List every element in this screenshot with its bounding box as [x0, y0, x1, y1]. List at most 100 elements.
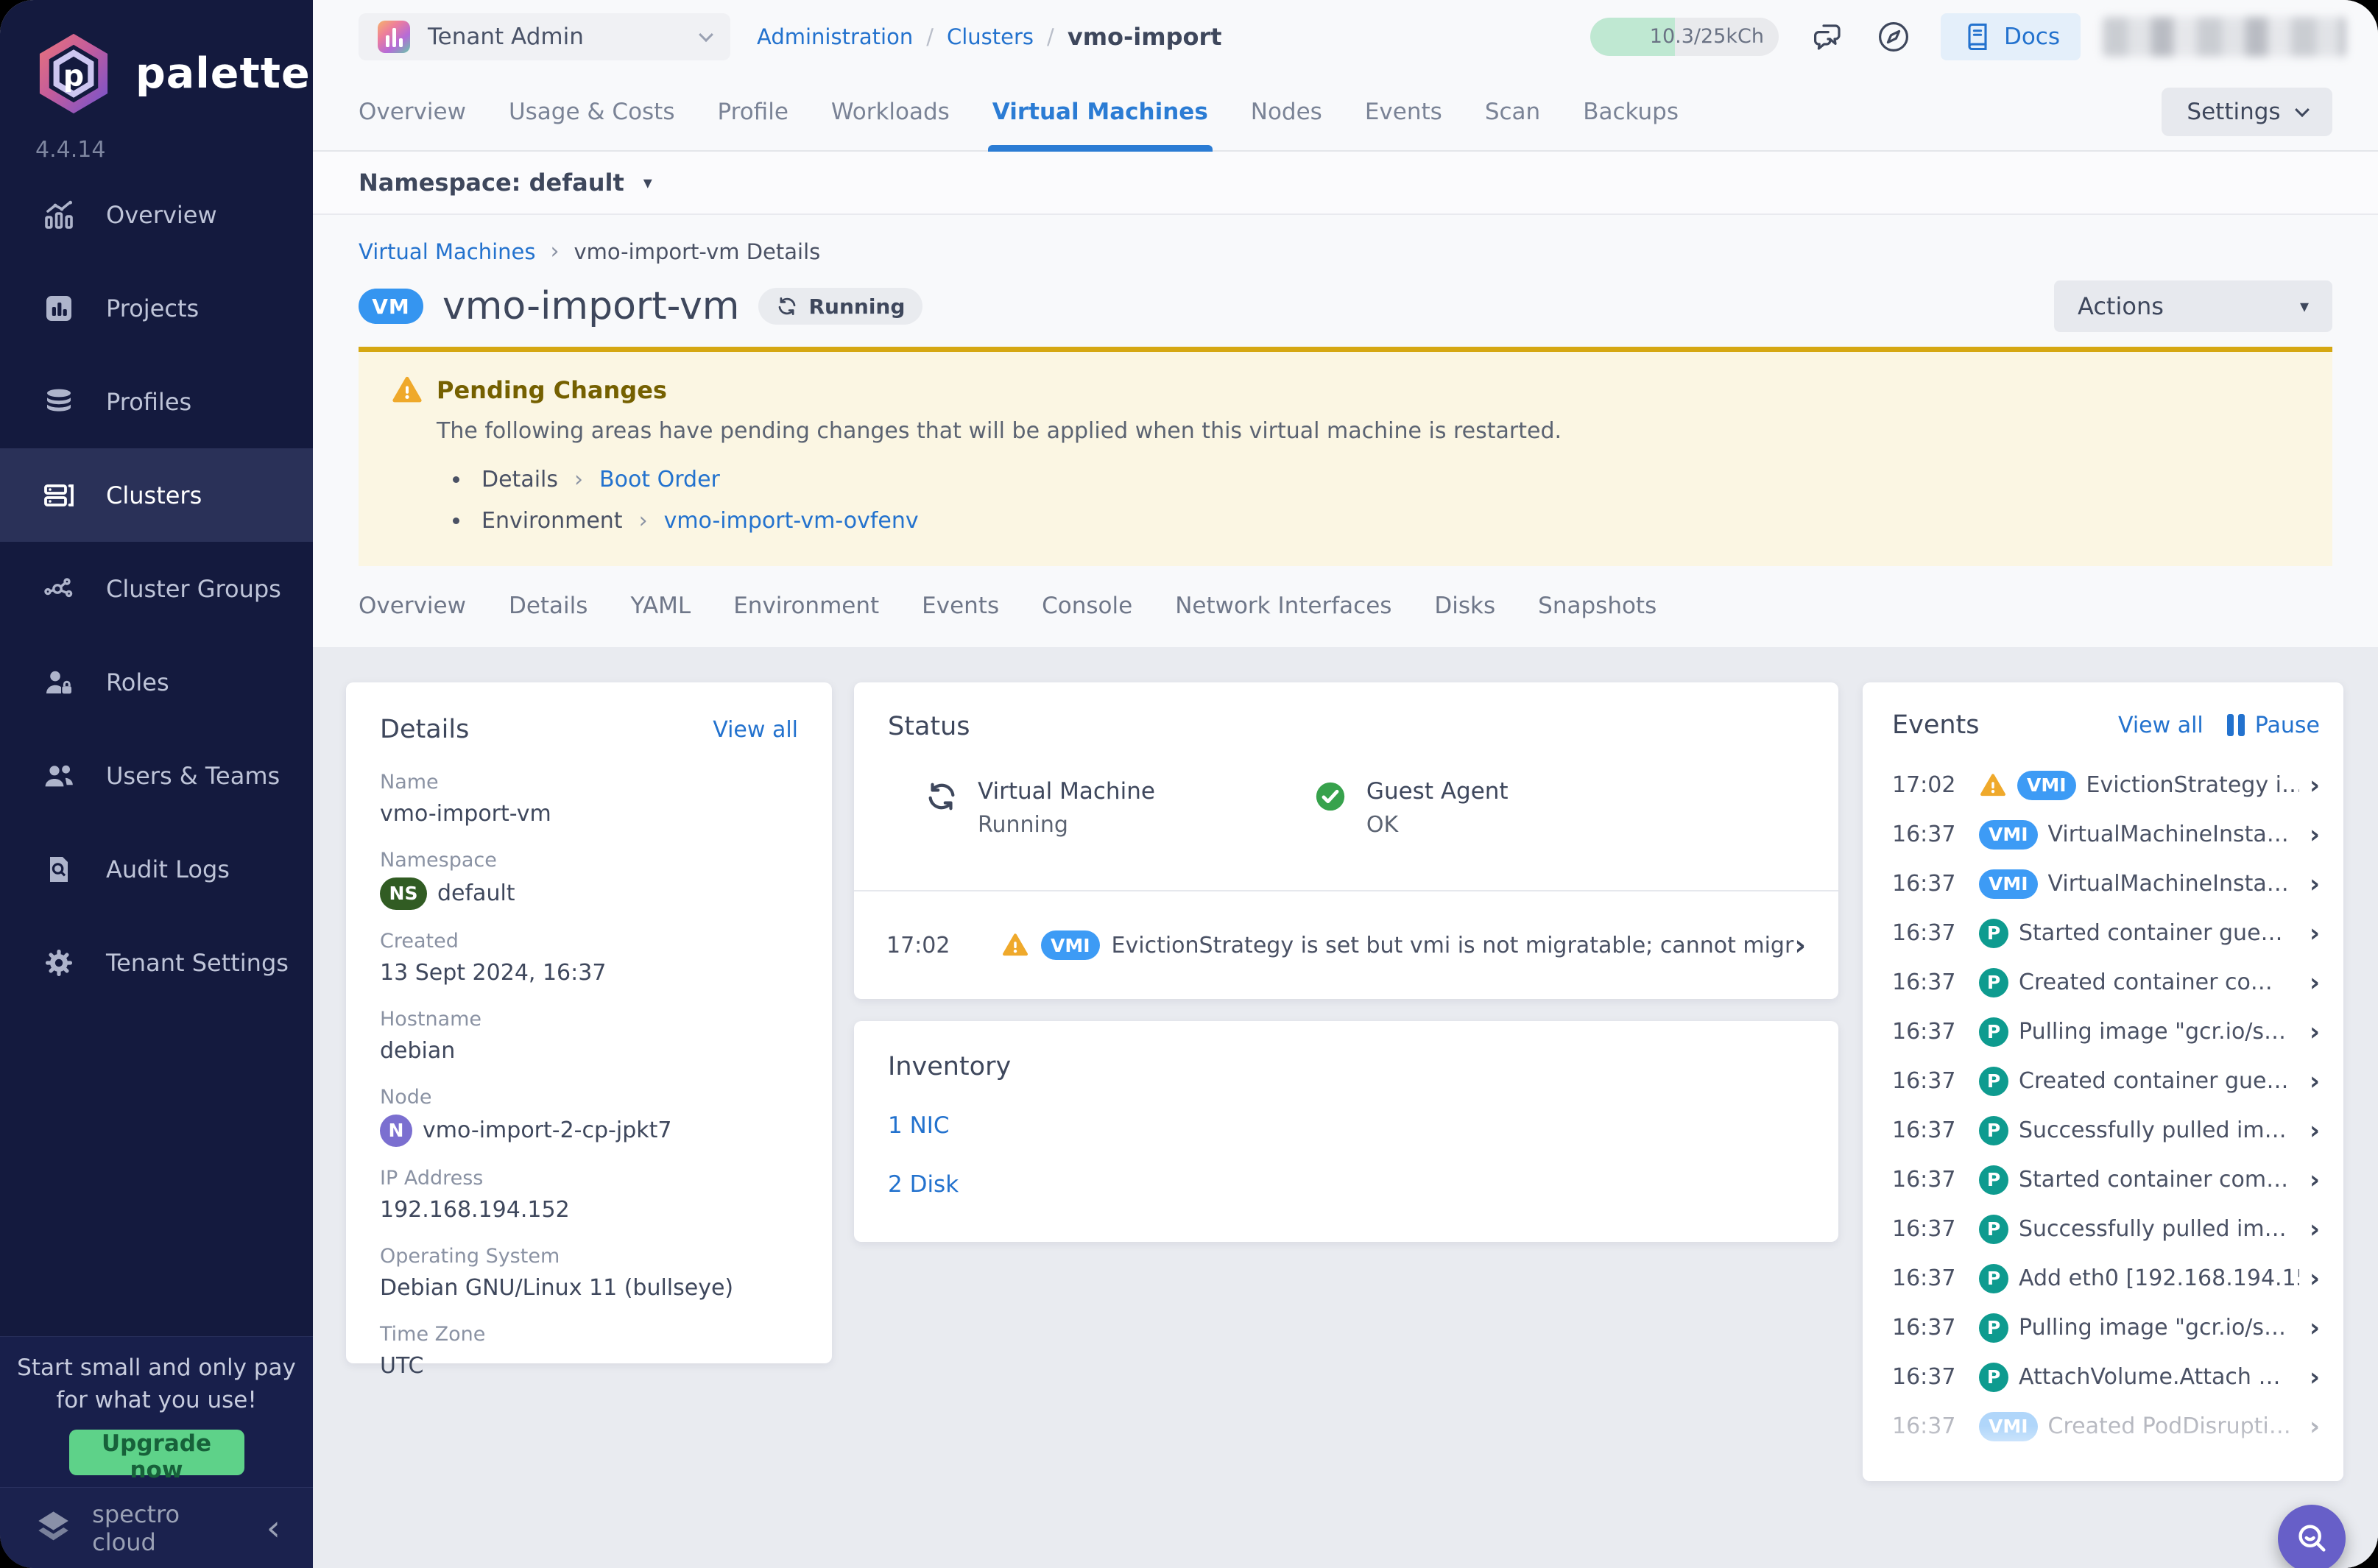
pending-area-label: Environment [481, 508, 623, 534]
event-row[interactable]: 16:37PPulling image "gcr.io/s…› [1892, 1303, 2320, 1352]
inventory-link-2-disk[interactable]: 2 Disk [888, 1171, 1804, 1198]
chevron-right-icon: › [2310, 1165, 2320, 1195]
event-text: VirtualMachineInsta… [2048, 822, 2299, 847]
event-row[interactable]: 16:37PStarted container com…› [1892, 1155, 2320, 1204]
inventory-link-1-nic[interactable]: 1 NIC [888, 1112, 1804, 1139]
subtab-disks[interactable]: Disks [1434, 593, 1495, 619]
tenant-selector[interactable]: Tenant Admin [359, 13, 730, 60]
breadcrumb-link[interactable]: Clusters [947, 24, 1034, 49]
detail-field-text: 192.168.194.152 [380, 1196, 570, 1225]
detail-field-text: Debian GNU/Linux 11 (bullseye) [380, 1274, 733, 1303]
compass-icon[interactable] [1876, 19, 1911, 54]
detail-field: NamespaceNSdefault [380, 849, 798, 910]
status-alert-row[interactable]: 17:02 VMI EvictionStrategy is set but vm… [854, 890, 1838, 999]
sidebar-item-profiles[interactable]: Profiles [0, 355, 313, 448]
events-view-all-link[interactable]: View all [2118, 713, 2204, 738]
breadcrumb: Administration/Clusters/vmo-import [757, 23, 1222, 51]
event-row[interactable]: 16:37VMIVirtualMachineInsta…› [1892, 859, 2320, 908]
sidebar-item-users-teams[interactable]: Users & Teams [0, 729, 313, 822]
subtab-network-interfaces[interactable]: Network Interfaces [1175, 593, 1391, 619]
event-row[interactable]: 16:37PCreated container co…› [1892, 958, 2320, 1007]
sidebar-item-roles[interactable]: Roles [0, 635, 313, 729]
detail-field-text: vmo-import-2-cp-jpkt7 [423, 1116, 671, 1145]
refresh-icon [776, 295, 798, 317]
check-icon [1313, 780, 1347, 813]
settings-button[interactable]: Settings [2162, 88, 2332, 136]
tab-profile[interactable]: Profile [718, 74, 788, 150]
tab-overview[interactable]: Overview [359, 74, 466, 150]
caret-down-icon: ▾ [2300, 296, 2309, 317]
breadcrumb-link[interactable]: Administration [757, 24, 913, 49]
status-items: Virtual MachineRunningGuest AgentOK [888, 778, 1804, 838]
sidebar-item-overview[interactable]: Overview [0, 168, 313, 261]
sidebar-item-tenant-settings[interactable]: Tenant Settings [0, 916, 313, 1009]
tab-virtual-machines[interactable]: Virtual Machines [992, 74, 1208, 150]
pending-changes-banner: Pending Changes The following areas have… [359, 347, 2332, 566]
pending-change-link[interactable]: vmo-import-vm-ovfenv [664, 508, 919, 534]
caret-down-icon[interactable]: ▾ [643, 172, 652, 193]
event-row[interactable]: 16:37VMICreated PodDisrupti…› [1892, 1402, 2320, 1451]
event-text: Successfully pulled im… [2019, 1216, 2299, 1242]
status-item-value: Running [978, 812, 1155, 838]
pod-badge: P [1979, 1116, 2008, 1145]
sidebar-item-clusters[interactable]: Clusters [0, 448, 313, 542]
subtab-snapshots[interactable]: Snapshots [1538, 593, 1657, 619]
event-row[interactable]: 17:02VMIEvictionStrategy i…› [1892, 760, 2320, 810]
vm-breadcrumb-link[interactable]: Virtual Machines [359, 239, 535, 264]
pending-change-link[interactable]: Boot Order [599, 467, 720, 492]
tab-scan[interactable]: Scan [1485, 74, 1540, 150]
sidebar-item-label: Overview [106, 201, 217, 229]
status-item-label: Guest Agent [1366, 778, 1509, 805]
event-row[interactable]: 16:37PSuccessfully pulled im…› [1892, 1204, 2320, 1254]
event-row[interactable]: 16:37PAttachVolume.Attach …› [1892, 1352, 2320, 1402]
tab-backups[interactable]: Backups [1583, 74, 1679, 150]
subtab-yaml[interactable]: YAML [630, 593, 691, 619]
event-row[interactable]: 16:37PCreated container gue…› [1892, 1056, 2320, 1106]
detail-field-label: Time Zone [380, 1323, 798, 1346]
tab-workloads[interactable]: Workloads [831, 74, 950, 150]
event-row[interactable]: 16:37VMIVirtualMachineInsta…› [1892, 810, 2320, 859]
sidebar-item-audit-logs[interactable]: Audit Logs [0, 822, 313, 916]
sidebar-item-cluster-groups[interactable]: Cluster Groups [0, 542, 313, 635]
top-bar: Tenant Admin Administration/Clusters/vmo… [313, 0, 2378, 74]
tab-events[interactable]: Events [1365, 74, 1442, 150]
tab-usage-costs[interactable]: Usage & Costs [509, 74, 675, 150]
sidebar-item-label: Roles [106, 668, 169, 696]
subtab-environment[interactable]: Environment [733, 593, 879, 619]
event-row[interactable]: 16:37PSuccessfully pulled im…› [1892, 1106, 2320, 1155]
subtab-details[interactable]: Details [509, 593, 588, 619]
chevron-right-icon: › [2310, 771, 2320, 800]
actions-button[interactable]: Actions ▾ [2054, 280, 2332, 332]
subtab-console[interactable]: Console [1042, 593, 1132, 619]
vmi-badge: VMI [1979, 820, 2038, 850]
subtab-events[interactable]: Events [922, 593, 999, 619]
sidebar-item-projects[interactable]: Projects [0, 261, 313, 355]
vm-page-header: Virtual Machines › vmo-import-vm Details… [313, 215, 2378, 647]
promo-line-2: for what you use! [56, 1387, 257, 1413]
event-row[interactable]: 16:37PStarted container gue…› [1892, 908, 2320, 958]
details-view-all-link[interactable]: View all [713, 717, 798, 743]
svg-text:p: p [63, 59, 84, 93]
subtab-overview[interactable]: Overview [359, 593, 466, 619]
sidebar-nav: Overview ProjectsProfilesClustersCluster … [0, 168, 313, 1009]
sidebar-collapse-icon[interactable]: ‹ [267, 1511, 281, 1546]
event-row[interactable]: 16:37PAdd eth0 [192.168.194.15…› [1892, 1254, 2320, 1303]
chat-icon[interactable] [1810, 19, 1845, 54]
tab-nodes[interactable]: Nodes [1251, 74, 1322, 150]
vm-subtabs: Overview Details YAML Environment Events Cons… [359, 593, 2332, 647]
vm-state-badge: Running [758, 288, 922, 325]
palette-logo-icon: p [32, 32, 115, 115]
warn-icon [1979, 771, 2007, 799]
cluster-tabs-row: Overview Usage & Costs Profile Workloads Vir… [313, 74, 2378, 152]
tenant-settings-icon [41, 945, 77, 981]
event-text: Created PodDisrupti… [2048, 1413, 2299, 1439]
chevron-right-icon: › [2310, 1215, 2320, 1244]
event-row[interactable]: 16:37PPulling image "gcr.io/s…› [1892, 1007, 2320, 1056]
detail-field-label: IP Address [380, 1167, 798, 1190]
event-text: Started container com… [2019, 1167, 2299, 1193]
docs-button[interactable]: Docs [1941, 13, 2081, 60]
events-pause-button[interactable]: Pause [2227, 713, 2320, 738]
status-item-text: Virtual MachineRunning [978, 778, 1155, 838]
upgrade-now-button[interactable]: Upgrade now [69, 1430, 244, 1475]
search-fab-button[interactable] [2278, 1505, 2346, 1568]
